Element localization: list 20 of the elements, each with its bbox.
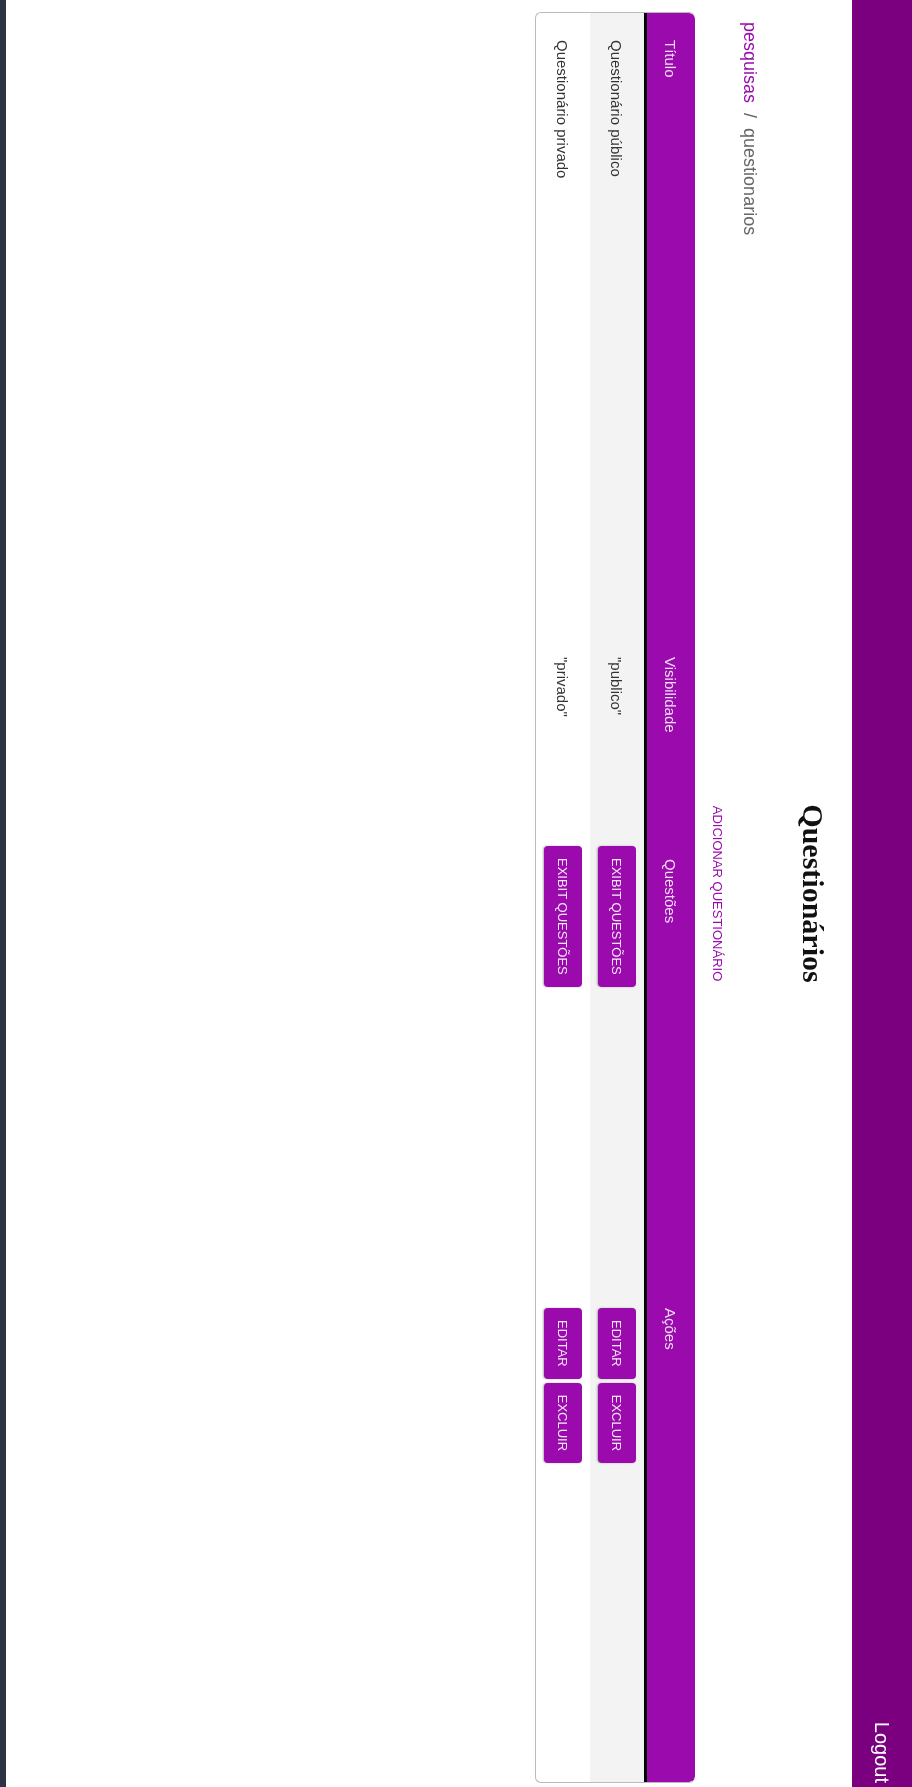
delete-button[interactable]: EXCLUIR xyxy=(598,1382,636,1464)
table-cell-text: Questionário privado xyxy=(554,39,572,181)
show-questions-button[interactable]: EXIBIT QUESTÕES xyxy=(598,846,636,987)
table-cell-text: "privado" xyxy=(554,656,572,719)
delete-button[interactable]: EXCLUIR xyxy=(544,1382,582,1464)
table-cell-text: "publico" xyxy=(608,656,626,718)
breadcrumb-separator: / xyxy=(740,113,760,119)
edit-button[interactable]: EDITAR xyxy=(544,1308,582,1379)
breadcrumb-link[interactable]: pesquisas xyxy=(740,22,760,104)
edit-button[interactable]: EDITAR xyxy=(598,1308,636,1379)
breadcrumb-current: questionarios xyxy=(740,128,760,236)
column-header: Título xyxy=(662,39,680,80)
page-title: Questionários xyxy=(796,803,830,985)
column-header: Visibilidade xyxy=(662,656,680,735)
column-header: Questões xyxy=(662,858,680,926)
logout-link[interactable]: Logout xyxy=(870,1721,894,1783)
show-questions-button[interactable]: EXIBIT QUESTÕES xyxy=(544,846,582,987)
add-questionnaire-link[interactable]: ADICIONAR QUESTIONÁRIO xyxy=(709,805,725,982)
table-cell-text: Questionário público xyxy=(608,39,626,179)
column-header: Ações xyxy=(662,1308,680,1350)
